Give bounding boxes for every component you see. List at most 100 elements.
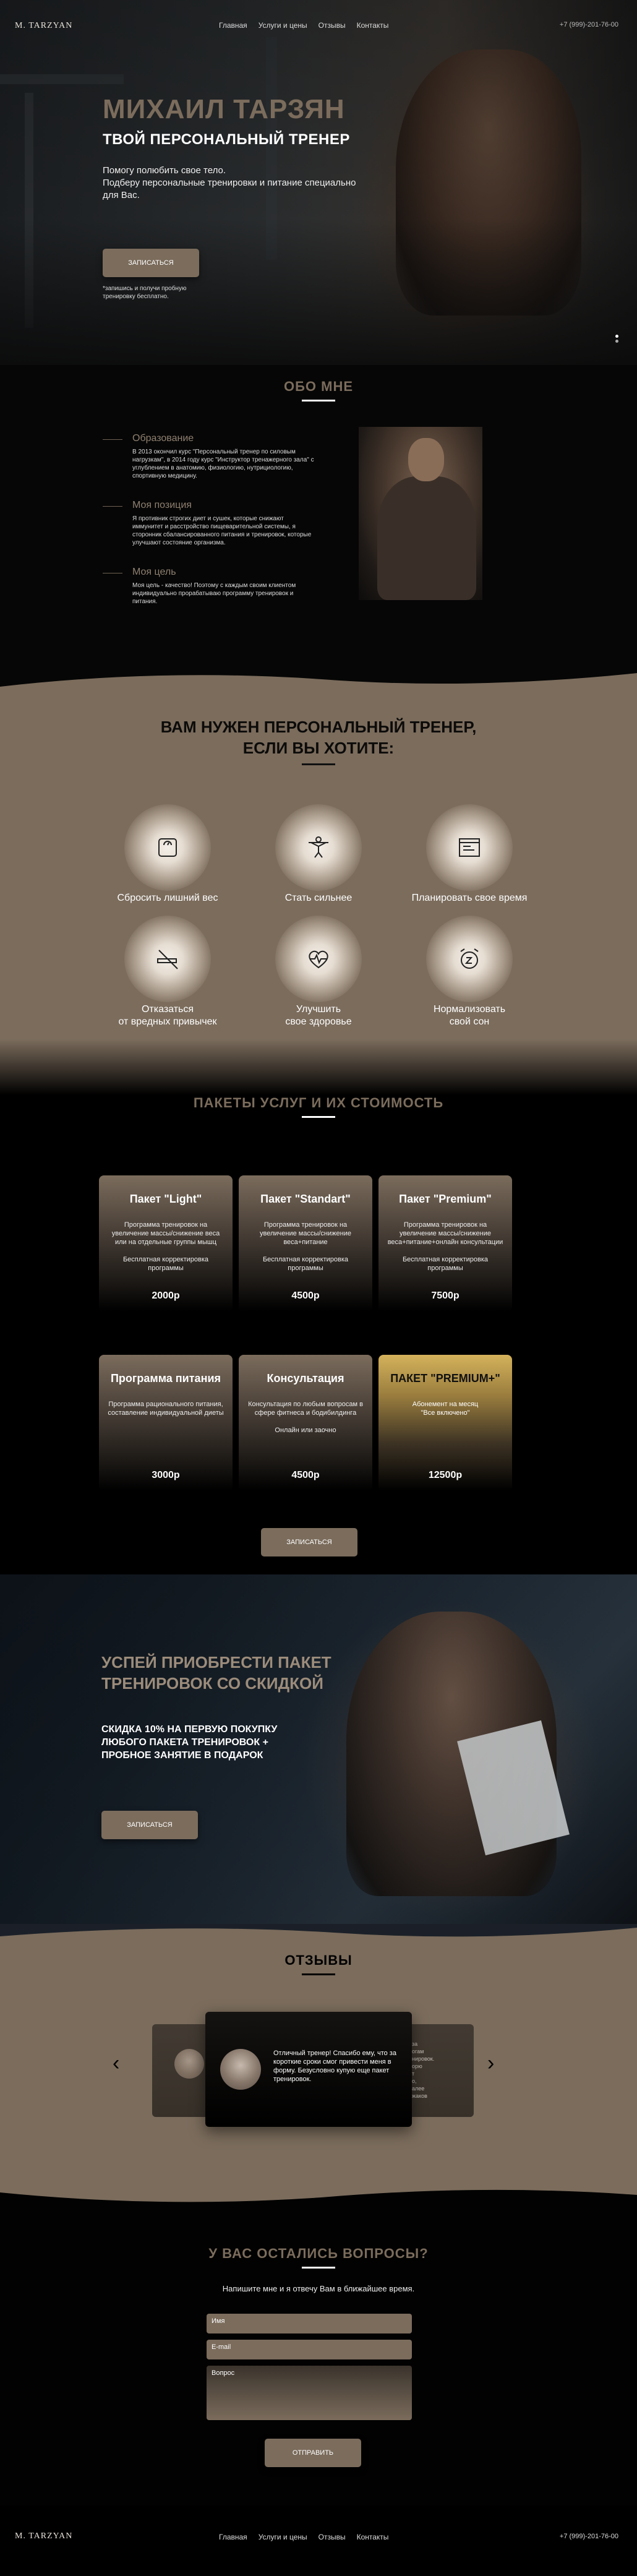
package-card-premium-plus[interactable]: ПАКЕТ "PREMIUM+" Абонемент на месяц "Все…: [378, 1355, 512, 1491]
top-wave: [0, 1924, 637, 1937]
footer-nav-services[interactable]: Услуги и цены: [259, 2533, 307, 2541]
question-textarea[interactable]: Вопрос: [207, 2366, 412, 2420]
nav-reviews[interactable]: Отзывы: [318, 21, 346, 30]
section-fade: [0, 1039, 637, 1095]
need-item: Отказаться от вредных привычек: [90, 916, 245, 1028]
heart-pulse-icon: [275, 916, 362, 1002]
needs-title-line2: ЕСЛИ ВЫ ХОТИТЕ:: [242, 739, 395, 757]
hero-note: *запишись и получи пробную тренировку бе…: [103, 285, 187, 300]
name-field[interactable]: Имя: [207, 2314, 412, 2333]
footer-nav-contacts[interactable]: Контакты: [357, 2533, 389, 2541]
about-item-heading: Моя позиция: [132, 500, 192, 510]
reviews-heading-block: ОТЗЫВЫ: [0, 1952, 637, 1975]
trainer-portrait: [359, 427, 482, 600]
avatar: [220, 2049, 261, 2090]
need-item: Планировать свое время: [392, 804, 547, 904]
promo-title-line2: ТРЕНИРОВОК СО СКИДКОЙ: [101, 1674, 323, 1693]
main-nav: Главная Услуги и цены Отзывы Контакты: [219, 21, 388, 30]
need-label: Улучшить свое здоровье: [285, 1004, 352, 1027]
contact-subtitle: Напишите мне и я отвечу Вам в ближайшее …: [222, 2284, 415, 2293]
hero-section: M. TARZYAN Главная Услуги и цены Отзывы …: [0, 0, 637, 365]
package-title: Пакет "Standart": [260, 1193, 351, 1205]
about-item-goal: Моя цель Моя цель - качество! Поэтому с …: [103, 567, 315, 606]
package-price: 12500р: [428, 1470, 463, 1480]
package-desc: Программа тренировок на увеличение массы…: [111, 1221, 220, 1272]
no-smoking-icon: [124, 916, 211, 1002]
promo-section: УСПЕЙ ПРИОБРЕСТИ ПАКЕТ ТРЕНИРОВОК СО СКИ…: [0, 1574, 637, 1924]
about-item-heading: Образование: [132, 433, 194, 444]
scale-icon: [124, 804, 211, 891]
hero-text: Помогу полюбить свое тело. Подберу персо…: [103, 165, 356, 200]
package-card-light[interactable]: Пакет "Light" Программа тренировок на ув…: [99, 1175, 233, 1312]
header-phone[interactable]: +7 (999)-201-76-00: [560, 21, 618, 28]
portrait-figure: [377, 476, 476, 600]
package-desc: Консультация по любым вопросам в сфере ф…: [248, 1401, 363, 1434]
divider: [103, 506, 122, 507]
package-desc: Абонемент на месяц "Все включено": [412, 1401, 479, 1417]
footer-nav-reviews[interactable]: Отзывы: [318, 2533, 346, 2541]
slider-dot[interactable]: [615, 340, 618, 343]
packages-section: ПАКЕТЫ УСЛУГ И ИХ СТОИМОСТЬ Пакет "Light…: [0, 1095, 637, 1574]
need-label: Нормализовать свой сон: [433, 1004, 506, 1027]
footer-phone[interactable]: +7 (999)-201-76-00: [560, 2533, 618, 2540]
slider-dot[interactable]: [615, 335, 618, 338]
hero-signup-button[interactable]: ЗАПИСАТЬСЯ: [103, 249, 199, 277]
need-label: Сбросить лишний вес: [117, 893, 218, 903]
promo-text-line3: ПРОБНОЕ ЗАНЯТИЕ В ПОДАРОК: [101, 1750, 263, 1761]
contact-heading-block: У ВАС ОСТАЛИСЬ ВОПРОСЫ?: [0, 2246, 637, 2269]
package-card-nutrition[interactable]: Программа питания Программа рациональног…: [99, 1355, 233, 1491]
need-label: Стать сильнее: [284, 893, 353, 903]
portrait-head: [408, 438, 444, 481]
planner-icon: [426, 804, 513, 891]
logo[interactable]: M. TARZYAN: [15, 21, 72, 31]
title-underline: [302, 763, 335, 765]
contact-title: У ВАС ОСТАЛИСЬ ВОПРОСЫ?: [208, 2246, 429, 2261]
hero-subtitle: ТВОЙ ПЕРСОНАЛЬНЫЙ ТРЕНЕР: [103, 131, 350, 148]
chevron-left-icon[interactable]: ‹: [113, 2051, 119, 2076]
promo-text-line1: СКИДКА 10% НА ПЕРВУЮ ПОКУПКУ: [101, 1724, 278, 1735]
package-card-standart[interactable]: Пакет "Standart" Программа тренировок на…: [239, 1175, 372, 1312]
need-item: Улучшить свое здоровье: [241, 916, 396, 1028]
title-underline: [302, 1116, 335, 1118]
need-item: Стать сильнее: [241, 804, 396, 904]
package-desc: Программа тренировок на увеличение массы…: [260, 1221, 351, 1272]
about-item-text: Моя цель - качество! Поэтому с каждым св…: [132, 582, 296, 605]
package-card-consultation[interactable]: Консультация Консультация по любым вопро…: [239, 1355, 372, 1491]
review-card-active[interactable]: Отличный тренер! Спасибо ему, что за кор…: [205, 2012, 412, 2127]
alarm-clock-icon: [426, 916, 513, 1002]
bottom-wave: [0, 2189, 637, 2209]
contact-section: У ВАС ОСТАЛИСЬ ВОПРОСЫ? Напишите мне и я…: [0, 2209, 637, 2505]
about-item-education: Образование В 2013 окончил курс "Персона…: [103, 433, 315, 480]
need-label: Планировать свое время: [411, 893, 528, 903]
package-desc: Программа рационального питания, составл…: [108, 1401, 224, 1417]
footer-logo[interactable]: M. TARZYAN: [15, 2531, 72, 2541]
package-title: Пакет "Premium": [399, 1193, 492, 1205]
top-wave: [0, 668, 637, 687]
footer-nav-home[interactable]: Главная: [219, 2533, 247, 2541]
strength-icon: [275, 804, 362, 891]
footer-nav: Главная Услуги и цены Отзывы Контакты: [219, 2533, 388, 2541]
need-label: Отказаться от вредных привычек: [118, 1004, 217, 1027]
title-underline: [302, 1973, 335, 1975]
package-price: 7500р: [431, 1290, 460, 1301]
nav-contacts[interactable]: Контакты: [357, 21, 389, 30]
package-title: ПАКЕТ "PREMIUM+": [390, 1372, 500, 1385]
title-underline: [302, 400, 335, 401]
nav-services[interactable]: Услуги и цены: [259, 21, 307, 30]
email-field[interactable]: E-mail: [207, 2340, 412, 2359]
divider: [103, 439, 122, 440]
package-card-premium[interactable]: Пакет "Premium" Программа тренировок на …: [378, 1175, 512, 1312]
promo-signup-button[interactable]: ЗАПИСАТЬСЯ: [101, 1811, 198, 1839]
packages-signup-button[interactable]: ЗАПИСАТЬСЯ: [261, 1528, 357, 1556]
need-item: Нормализовать свой сон: [392, 916, 547, 1028]
review-card-next[interactable]: за огам нировок. орю т о, алее жаков: [406, 2024, 474, 2117]
chevron-right-icon[interactable]: ›: [487, 2051, 494, 2076]
about-item-text: В 2013 окончил курс "Персональный тренер…: [132, 449, 314, 479]
submit-button[interactable]: ОТПРАВИТЬ: [265, 2439, 361, 2467]
footer: M. TARZYAN Главная Услуги и цены Отзывы …: [0, 2505, 637, 2576]
about-item-heading: Моя цель: [132, 567, 176, 577]
slider-dots: [615, 333, 618, 345]
nav-home[interactable]: Главная: [219, 21, 247, 30]
review-text: Отличный тренер! Спасибо ему, что за кор…: [273, 2050, 396, 2083]
about-title: ОБО МНЕ: [283, 379, 354, 394]
